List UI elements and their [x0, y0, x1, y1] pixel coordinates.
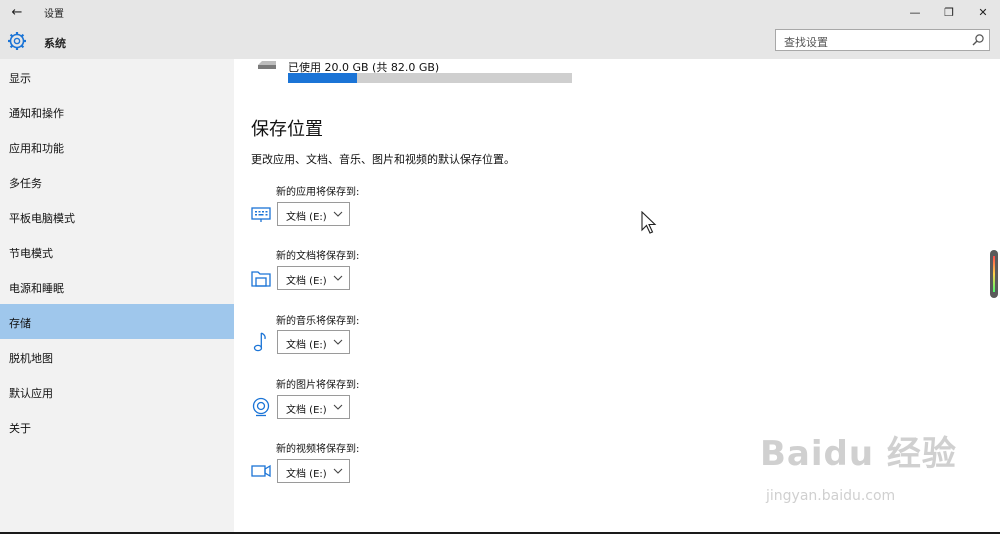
- gear-icon: [8, 32, 26, 50]
- watermark-url: jingyan.baidu.com: [766, 488, 896, 504]
- save-locations-title: 保存位置: [251, 119, 323, 140]
- sidebar-item-battery-saver[interactable]: 节电模式: [0, 234, 234, 269]
- save-documents-dropdown[interactable]: 文档 (E:): [277, 266, 350, 290]
- dropdown-value: 文档 (E:): [286, 276, 327, 287]
- scrollbar-indicator: [993, 256, 995, 292]
- baidu-watermark: Baidu 经验 jingyan.baidu.com: [760, 426, 990, 516]
- watermark-logo: Baidu 经验: [760, 434, 957, 474]
- save-apps-dropdown[interactable]: 文档 (E:): [277, 202, 350, 226]
- sidebar-item-label: 节电模式: [9, 247, 53, 260]
- sidebar-item-apps[interactable]: 应用和功能: [0, 129, 234, 164]
- page-title: 系统: [44, 37, 66, 50]
- save-music-label: 新的音乐将保存到:: [276, 316, 360, 327]
- minimize-icon: —: [909, 5, 921, 19]
- scrollbar-handle[interactable]: [990, 250, 998, 298]
- sidebar: 显示 通知和操作 应用和功能 多任务 平板电脑模式 节电模式 电源和睡眠 存储 …: [0, 59, 234, 534]
- save-videos-dropdown[interactable]: 文档 (E:): [277, 459, 350, 483]
- back-button[interactable]: ←: [0, 0, 34, 24]
- dropdown-value: 文档 (E:): [286, 212, 327, 223]
- save-documents-label: 新的文档将保存到:: [276, 251, 360, 262]
- restore-icon: ❐: [944, 5, 954, 19]
- chevron-down-icon: [333, 468, 343, 474]
- app-icon: [251, 207, 271, 222]
- sidebar-item-tablet-mode[interactable]: 平板电脑模式: [0, 199, 234, 234]
- sidebar-item-offline-maps[interactable]: 脱机地图: [0, 339, 234, 374]
- save-music-dropdown[interactable]: 文档 (E:): [277, 330, 350, 354]
- close-icon: ✕: [978, 5, 988, 19]
- music-icon: [253, 332, 266, 352]
- dropdown-value: 文档 (E:): [286, 340, 327, 351]
- chevron-down-icon: [333, 211, 343, 217]
- camera-icon: [252, 397, 270, 417]
- video-icon: [251, 464, 271, 478]
- chevron-down-icon: [333, 275, 343, 281]
- sidebar-item-multitasking[interactable]: 多任务: [0, 164, 234, 199]
- sidebar-item-about[interactable]: 关于: [0, 409, 234, 444]
- sidebar-item-display[interactable]: 显示: [0, 59, 234, 94]
- sidebar-item-label: 默认应用: [9, 387, 53, 400]
- maximize-button[interactable]: ❐: [932, 0, 966, 24]
- sidebar-item-storage[interactable]: 存储: [0, 304, 234, 339]
- drive-icon: [258, 61, 276, 69]
- sidebar-item-label: 显示: [9, 72, 31, 85]
- minimize-button[interactable]: —: [898, 0, 932, 24]
- sidebar-item-label: 关于: [9, 422, 31, 435]
- window-title: 设置: [44, 9, 64, 20]
- sidebar-item-notifications[interactable]: 通知和操作: [0, 94, 234, 129]
- chevron-down-icon: [333, 339, 343, 345]
- sidebar-item-label: 通知和操作: [9, 107, 64, 120]
- back-arrow-icon: ←: [11, 4, 23, 20]
- storage-usage-bar: [288, 73, 572, 83]
- close-button[interactable]: ✕: [966, 0, 1000, 24]
- sidebar-item-label: 平板电脑模式: [9, 212, 75, 225]
- sidebar-item-power-sleep[interactable]: 电源和睡眠: [0, 269, 234, 304]
- sidebar-item-label: 电源和睡眠: [9, 282, 64, 295]
- search-icon[interactable]: [971, 33, 985, 47]
- sidebar-item-label: 存储: [9, 317, 31, 330]
- dropdown-value: 文档 (E:): [286, 469, 327, 480]
- document-folder-icon: [251, 271, 271, 287]
- search-placeholder: 查找设置: [784, 36, 828, 49]
- save-apps-label: 新的应用将保存到:: [276, 187, 360, 198]
- save-pictures-dropdown[interactable]: 文档 (E:): [277, 395, 350, 419]
- sidebar-item-label: 脱机地图: [9, 352, 53, 365]
- search-input[interactable]: 查找设置: [775, 29, 990, 51]
- title-bar: ← 设置 — ❐ ✕: [0, 0, 1000, 24]
- sidebar-item-label: 应用和功能: [9, 142, 64, 155]
- save-locations-description: 更改应用、文档、音乐、图片和视频的默认保存位置。: [251, 153, 515, 166]
- save-pictures-label: 新的图片将保存到:: [276, 380, 360, 391]
- save-videos-label: 新的视频将保存到:: [276, 444, 360, 455]
- storage-usage-fill: [288, 73, 358, 83]
- sidebar-item-default-apps[interactable]: 默认应用: [0, 374, 234, 409]
- sidebar-item-label: 多任务: [9, 177, 42, 190]
- settings-header: 系统 查找设置: [0, 24, 1000, 59]
- chevron-down-icon: [333, 404, 343, 410]
- mouse-cursor-icon: [641, 211, 657, 234]
- dropdown-value: 文档 (E:): [286, 405, 327, 416]
